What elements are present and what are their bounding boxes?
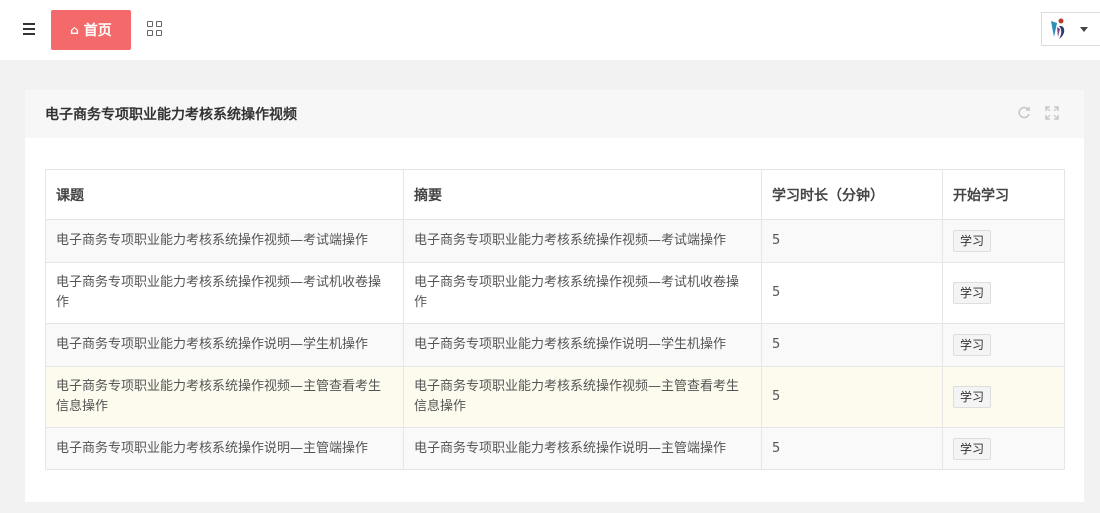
cell-action: 学习: [942, 366, 1065, 428]
cell-duration: 5: [761, 323, 943, 367]
header-summary: 摘要: [403, 169, 762, 220]
cell-topic: 电子商务专项职业能力考核系统操作视频—主管查看考生信息操作: [45, 366, 404, 428]
cell-topic: 电子商务专项职业能力考核系统操作视频—考试机收卷操作: [45, 262, 404, 324]
avatar: [1051, 18, 1065, 39]
cell-action: 学习: [942, 323, 1065, 367]
cell-summary: 电子商务专项职业能力考核系统操作视频—考试机收卷操作: [403, 262, 762, 324]
cell-action: 学习: [942, 219, 1065, 263]
panel-title: 电子商务专项职业能力考核系统操作视频: [45, 107, 297, 123]
home-tab[interactable]: ⌂ 首页: [51, 10, 131, 50]
cell-duration: 5: [761, 427, 943, 470]
table-row: 电子商务专项职业能力考核系统操作视频—考试端操作 电子商务专项职业能力考核系统操…: [45, 219, 1065, 263]
grid-apps-icon[interactable]: [147, 21, 163, 37]
table-row: 电子商务专项职业能力考核系统操作视频—考试机收卷操作 电子商务专项职业能力考核系…: [45, 262, 1065, 324]
cell-topic: 电子商务专项职业能力考核系统操作说明—学生机操作: [45, 323, 404, 367]
cell-action: 学习: [942, 427, 1065, 470]
cell-summary: 电子商务专项职业能力考核系统操作视频—考试端操作: [403, 219, 762, 263]
panel-header: 电子商务专项职业能力考核系统操作视频: [25, 90, 1084, 138]
panel-tools: [1016, 105, 1060, 121]
cell-summary: 电子商务专项职业能力考核系统操作视频—主管查看考生信息操作: [403, 366, 762, 428]
study-button[interactable]: 学习: [953, 334, 992, 356]
home-tab-label: 首页: [83, 23, 112, 39]
video-panel: 电子商务专项职业能力考核系统操作视频 课题 摘要 学习时长（分钟） 开始学习 电…: [25, 90, 1084, 502]
caret-down-icon: [1080, 26, 1088, 32]
cell-summary: 电子商务专项职业能力考核系统操作说明—主管端操作: [403, 427, 762, 470]
cell-duration: 5: [761, 262, 943, 324]
user-menu[interactable]: [1041, 12, 1100, 46]
refresh-icon[interactable]: [1016, 105, 1032, 121]
header-start: 开始学习: [942, 169, 1065, 220]
header-topic: 课题: [45, 169, 404, 220]
study-button[interactable]: 学习: [953, 282, 992, 304]
cell-duration: 5: [761, 366, 943, 428]
table-header-row: 课题 摘要 学习时长（分钟） 开始学习: [45, 169, 1065, 220]
table-row: 电子商务专项职业能力考核系统操作说明—学生机操作 电子商务专项职业能力考核系统操…: [45, 323, 1065, 367]
hamburger-menu-icon[interactable]: [18, 18, 40, 40]
table-row: 电子商务专项职业能力考核系统操作视频—主管查看考生信息操作 电子商务专项职业能力…: [45, 366, 1065, 428]
header-duration: 学习时长（分钟）: [761, 169, 943, 220]
cell-topic: 电子商务专项职业能力考核系统操作说明—主管端操作: [45, 427, 404, 470]
cell-duration: 5: [761, 219, 943, 263]
cell-topic: 电子商务专项职业能力考核系统操作视频—考试端操作: [45, 219, 404, 263]
video-table: 课题 摘要 学习时长（分钟） 开始学习 电子商务专项职业能力考核系统操作视频—考…: [45, 169, 1065, 470]
study-button[interactable]: 学习: [953, 230, 992, 252]
home-icon: ⌂: [70, 23, 79, 37]
cell-summary: 电子商务专项职业能力考核系统操作说明—学生机操作: [403, 323, 762, 367]
table-row: 电子商务专项职业能力考核系统操作说明—主管端操作 电子商务专项职业能力考核系统操…: [45, 427, 1065, 470]
top-navbar: ⌂ 首页: [0, 0, 1100, 60]
study-button[interactable]: 学习: [953, 386, 992, 408]
study-button[interactable]: 学习: [953, 437, 992, 460]
cell-action: 学习: [942, 262, 1065, 324]
fullscreen-icon[interactable]: [1044, 105, 1060, 121]
